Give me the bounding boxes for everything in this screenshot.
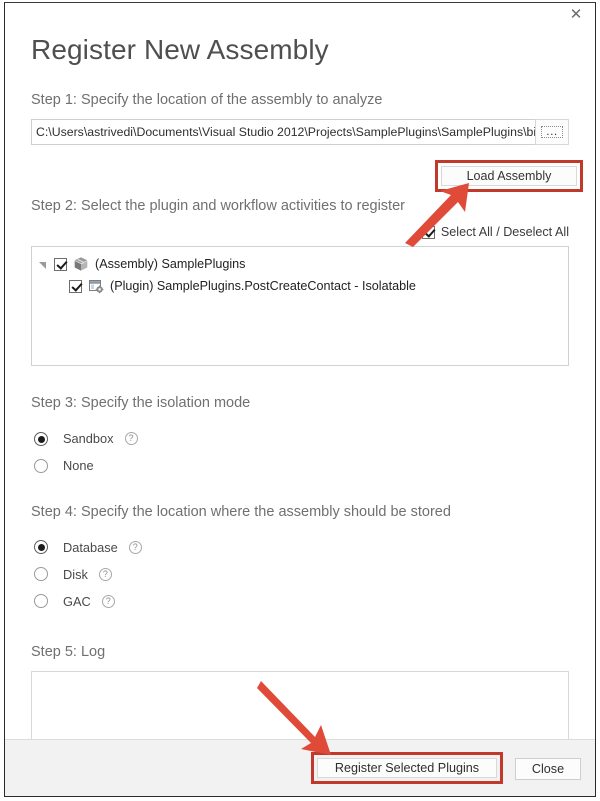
select-all-row[interactable]: Select All / Deselect All xyxy=(31,225,569,239)
isolation-option-none[interactable]: None xyxy=(31,458,569,473)
close-button[interactable]: Close xyxy=(515,758,581,780)
step4-label: Step 4: Specify the location where the a… xyxy=(31,504,451,521)
assembly-path-input[interactable] xyxy=(31,119,545,146)
tree-item-checkbox[interactable] xyxy=(54,257,67,271)
tree-row[interactable]: (Assembly) SamplePlugins xyxy=(36,253,564,275)
storage-option-database[interactable]: Database ? xyxy=(31,540,569,555)
step2-label: Step 2: Select the plugin and workflow a… xyxy=(31,198,405,215)
step5-label: Step 5: Log xyxy=(31,643,106,660)
plugin-tree-view[interactable]: (Assembly) SamplePlugins (Plugin) Sample… xyxy=(31,246,569,367)
dialog-titlebar: ✕ xyxy=(5,3,595,25)
step3-label: Step 3: Specify the isolation mode xyxy=(31,395,251,412)
radio-sandbox-label: Sandbox xyxy=(63,431,114,447)
radio-disk-label: Disk xyxy=(63,566,88,582)
tree-item-label: (Plugin) SamplePlugins.PostCreateContact… xyxy=(110,279,416,294)
help-icon[interactable]: ? xyxy=(98,567,112,581)
storage-option-disk[interactable]: Disk ? xyxy=(31,567,569,582)
select-all-label: Select All / Deselect All xyxy=(440,225,569,240)
load-assembly-highlight: Load Assembly xyxy=(435,160,583,192)
screenshot-root: ✕ Register New Assembly Step 1: Specify … xyxy=(0,0,600,801)
tree-item-checkbox[interactable] xyxy=(69,279,82,293)
help-icon[interactable]: ? xyxy=(124,432,138,446)
radio-gac-label: GAC xyxy=(63,593,91,609)
page-title: Register New Assembly xyxy=(31,34,329,65)
help-icon[interactable]: ? xyxy=(101,594,115,608)
help-icon[interactable]: ? xyxy=(128,540,142,554)
dialog-footer: Register Selected Plugins Close xyxy=(5,739,595,796)
radio-none[interactable] xyxy=(34,458,48,473)
tree-row[interactable]: (Plugin) SamplePlugins.PostCreateContact… xyxy=(36,275,564,297)
select-all-checkbox[interactable] xyxy=(421,225,435,239)
register-button-highlight: Register Selected Plugins xyxy=(311,752,503,784)
radio-gac[interactable] xyxy=(34,594,48,609)
radio-none-label: None xyxy=(63,458,94,474)
storage-option-gac[interactable]: GAC ? xyxy=(31,594,569,609)
browse-ellipsis-label: ... xyxy=(541,125,563,139)
radio-database[interactable] xyxy=(34,540,48,555)
step1-label: Step 1: Specify the location of the asse… xyxy=(31,91,383,108)
isolation-option-sandbox[interactable]: Sandbox ? xyxy=(31,431,569,446)
expander-collapse-icon[interactable] xyxy=(36,260,48,269)
dialog-body: Register New Assembly Step 1: Specify th… xyxy=(5,33,595,756)
load-assembly-button[interactable]: Load Assembly xyxy=(441,166,577,186)
register-selected-plugins-button[interactable]: Register Selected Plugins xyxy=(317,758,497,778)
radio-sandbox[interactable] xyxy=(34,431,48,446)
close-icon[interactable]: ✕ xyxy=(563,4,589,24)
radio-database-label: Database xyxy=(63,539,118,555)
assembly-package-icon xyxy=(73,256,89,272)
plugin-window-gear-icon xyxy=(88,278,104,294)
browse-button[interactable]: ... xyxy=(535,119,569,146)
register-new-assembly-dialog: ✕ Register New Assembly Step 1: Specify … xyxy=(4,2,596,797)
radio-disk[interactable] xyxy=(34,567,48,582)
tree-item-label: (Assembly) SamplePlugins xyxy=(95,257,246,272)
assembly-path-row: ... xyxy=(31,119,569,146)
